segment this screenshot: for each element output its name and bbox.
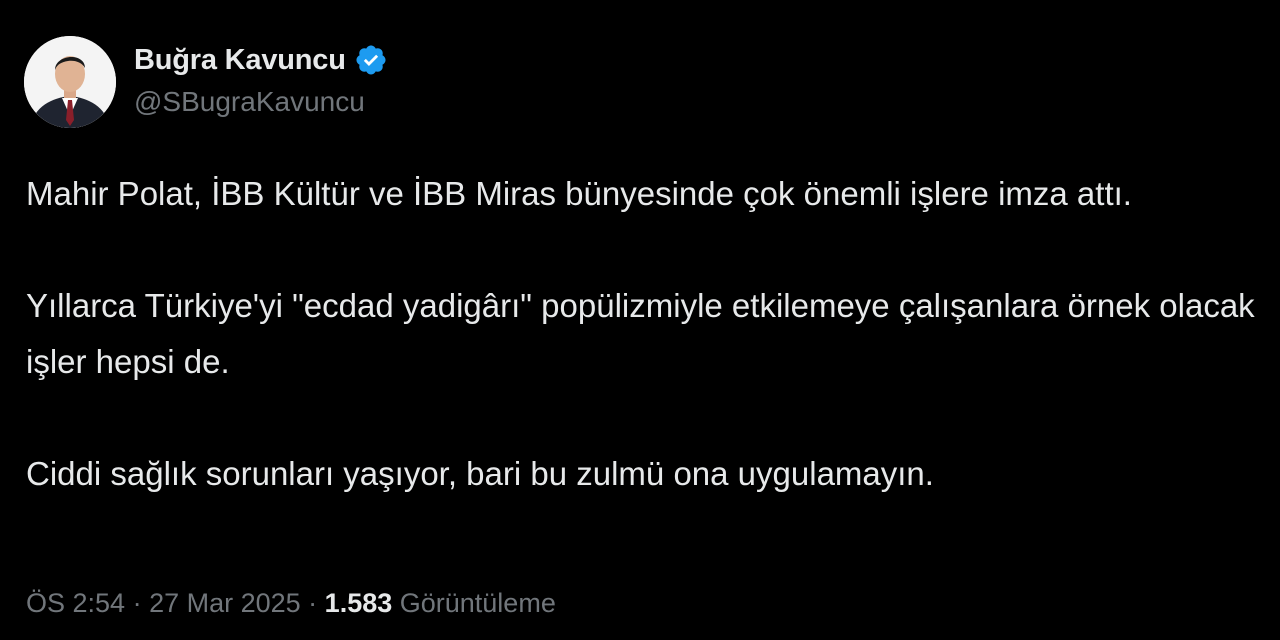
tweet-paragraph: Mahir Polat, İBB Kültür ve İBB Miras bün…	[26, 175, 1132, 212]
tweet-metadata: ÖS 2:54 · 27 Mar 2025 · 1.583 Görüntülem…	[26, 588, 556, 619]
tweet-date[interactable]: 27 Mar 2025	[149, 588, 301, 618]
avatar-portrait-icon	[24, 36, 116, 128]
separator: ·	[125, 588, 150, 618]
tweet-text: Mahir Polat, İBB Kültür ve İBB Miras bün…	[26, 166, 1266, 502]
tweet-card: Buğra Kavuncu @SBugraKavuncu Mahir Polat…	[0, 0, 1280, 640]
tweet-paragraph: Ciddi sağlık sorunları yaşıyor, bari bu …	[26, 455, 934, 492]
avatar[interactable]	[24, 36, 116, 128]
user-handle[interactable]: @SBugraKavuncu	[134, 86, 388, 118]
separator: ·	[300, 588, 325, 618]
tweet-time[interactable]: ÖS 2:54	[26, 588, 125, 618]
verified-badge-icon[interactable]	[354, 43, 388, 77]
views-count[interactable]: 1.583	[325, 588, 393, 618]
display-name[interactable]: Buğra Kavuncu	[134, 44, 346, 77]
author-block: Buğra Kavuncu @SBugraKavuncu	[134, 40, 388, 118]
name-row: Buğra Kavuncu	[134, 40, 388, 80]
tweet-paragraph: Yıllarca Türkiye'yi "ecdad yadigârı" pop…	[26, 287, 1255, 380]
views-label: Görüntüleme	[392, 588, 556, 618]
